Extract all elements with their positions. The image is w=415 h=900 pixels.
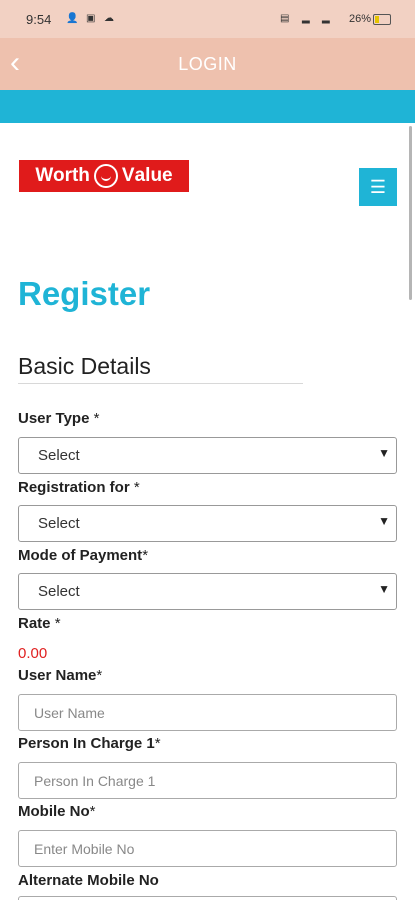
- status-time: 9:54: [26, 12, 52, 27]
- registration-for-select[interactable]: Select ▼: [18, 505, 397, 542]
- mobile-no-input[interactable]: [18, 830, 397, 867]
- user-type-label: User Type *: [18, 410, 100, 427]
- mode-of-payment-select[interactable]: Select ▼: [18, 573, 397, 610]
- logo-text-left: Worth: [35, 165, 90, 186]
- dropdown-caret-icon: ▼: [378, 582, 390, 596]
- section-title: Basic Details: [18, 353, 151, 379]
- mode-of-payment-label: Mode of Payment*: [18, 547, 149, 564]
- hamburger-menu-button[interactable]: ☰: [359, 168, 397, 206]
- app-bar-title: LOGIN: [178, 54, 237, 74]
- dropdown-caret-icon: ▼: [378, 514, 390, 528]
- webview-content: Worth V alue ☰ Register Basic Details Us…: [0, 123, 415, 900]
- person-icon: 👤: [66, 13, 79, 24]
- worth-value-logo: Worth V alue: [19, 160, 189, 192]
- dropdown-caret-icon: ▼: [378, 446, 390, 460]
- vo-lte-icon: ▤: [280, 13, 290, 24]
- user-type-select[interactable]: Select ▼: [18, 437, 397, 474]
- alternate-mobile-input[interactable]: [18, 896, 397, 900]
- person-in-charge-input[interactable]: [18, 762, 397, 799]
- alternate-mobile-label: Alternate Mobile No: [18, 872, 159, 889]
- page-title: Register: [18, 275, 151, 312]
- logo-text-right: alue: [134, 165, 173, 186]
- status-bar: 9:54 👤 ▣ ☁ ▤ ▂ ▂ 26%: [0, 0, 415, 38]
- cloud-icon: ☁: [104, 13, 114, 24]
- battery-icon: [373, 14, 391, 25]
- registration-for-label: Registration for *: [18, 479, 140, 496]
- logo-victory-v: V: [121, 165, 135, 186]
- rate-label: Rate *: [18, 615, 61, 632]
- mobile-no-label: Mobile No*: [18, 803, 96, 820]
- smile-icon: [93, 164, 118, 188]
- person-in-charge-label: Person In Charge 1*: [18, 735, 161, 752]
- site-top-bar: [0, 90, 415, 123]
- scrollbar[interactable]: [409, 126, 412, 300]
- signal-icon: ▂: [322, 13, 330, 24]
- user-name-input[interactable]: [18, 694, 397, 731]
- section-divider: [18, 383, 303, 384]
- rate-value: 0.00: [18, 645, 48, 662]
- app-bar: ‹ LOGIN: [0, 38, 415, 90]
- signal-icon: ▂: [302, 13, 310, 24]
- battery-percent: 26%: [348, 13, 371, 25]
- user-name-label: User Name*: [18, 667, 103, 684]
- hamburger-icon: ☰: [369, 176, 387, 197]
- message-icon: ▣: [86, 13, 96, 24]
